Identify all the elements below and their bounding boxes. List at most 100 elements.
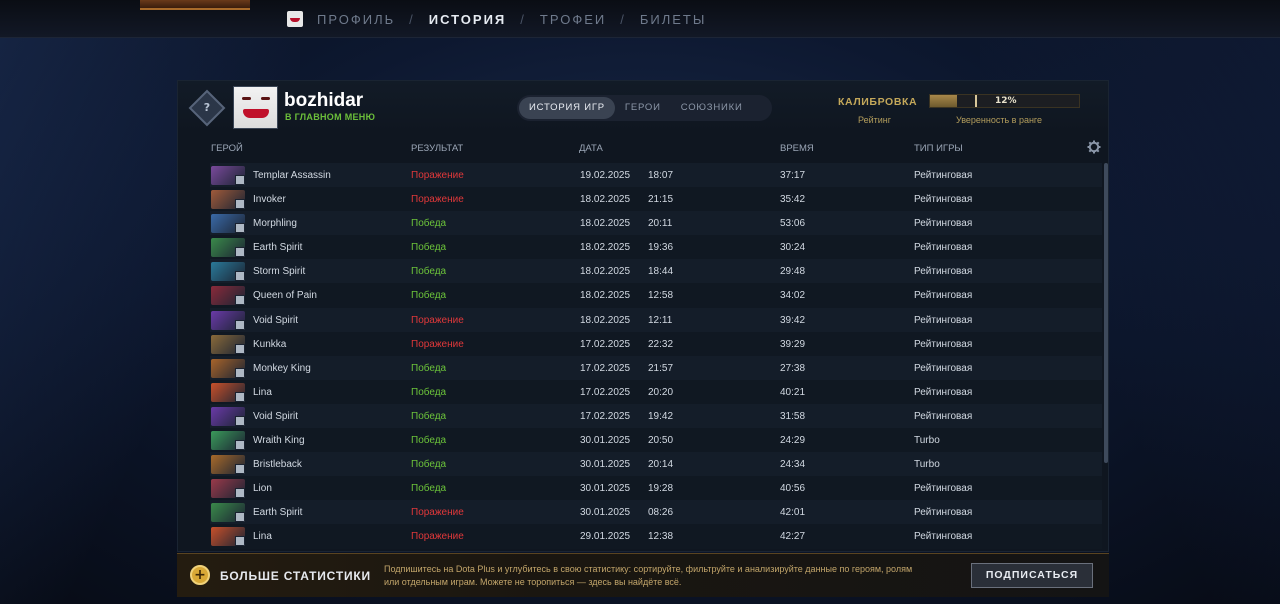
match-clock: 12:58 (648, 290, 674, 302)
settings-gear-icon[interactable] (1087, 140, 1101, 154)
match-date: 18.02.2025 (580, 314, 631, 326)
col-date[interactable]: ДАТА (579, 143, 603, 154)
hero-portrait-icon (211, 334, 245, 354)
match-row[interactable]: Storm Spirit Победа 18.02.2025 18:44 29:48 Ре… (210, 259, 1102, 284)
match-clock: 20:14 (648, 459, 674, 471)
match-row[interactable]: Void Spirit Победа 17.02.2025 19:42 31:58 Рей… (210, 403, 1102, 429)
table-header: ГЕРОЙ РЕЗУЛЬТАТ ДАТА ВРЕМЯ ТИП ИГРЫ (178, 141, 1108, 159)
role-badge-icon (235, 223, 245, 234)
hero-name: Monkey King (253, 362, 311, 374)
match-row[interactable]: Queen of Pain Победа 18.02.2025 12:58 34:02 Р… (210, 283, 1102, 308)
match-duration: 40:56 (780, 483, 806, 495)
subscribe-button[interactable]: ПОДПИСАТЬСЯ (971, 563, 1093, 588)
username: bozhidar (284, 90, 364, 111)
hero-portrait-icon (211, 431, 245, 451)
nav-tickets[interactable]: БИЛЕТЫ (640, 12, 707, 27)
role-badge-icon (235, 464, 245, 475)
match-date: 18.02.2025 (580, 194, 631, 206)
match-row[interactable]: Templar Assassin Поражение 19.02.2025 18:07… (210, 163, 1102, 188)
hero-portrait-icon (211, 214, 245, 234)
nav-profile[interactable]: ПРОФИЛЬ (317, 12, 395, 27)
col-hero[interactable]: ГЕРОЙ (211, 143, 243, 154)
match-history-panel: ? bozhidar В ГЛАВНОМ МЕНЮ ИСТОРИЯ ИГР ГЕ… (177, 80, 1109, 552)
role-badge-icon (235, 536, 245, 547)
hero-name: Storm Spirit (253, 266, 306, 278)
hero-name: Wraith King (253, 435, 305, 447)
calibration-progress-fill (930, 95, 957, 107)
game-type: Рейтинговая (914, 170, 973, 181)
user-status: В ГЛАВНОМ МЕНЮ (285, 112, 376, 122)
match-row[interactable]: Lina Поражение 29.01.2025 12:38 42:27 Рейтинг… (210, 524, 1102, 549)
avatar-lips (243, 109, 269, 118)
avatar-eye (261, 97, 270, 100)
game-type: Рейтинговая (914, 362, 973, 374)
match-row[interactable]: Void Spirit Поражение 18.02.2025 12:11 39:42… (210, 307, 1102, 332)
match-date: 17.02.2025 (580, 386, 631, 398)
role-badge-icon (235, 247, 245, 258)
calibration-marker (975, 95, 977, 107)
col-result[interactable]: РЕЗУЛЬТАТ (411, 143, 463, 154)
match-row[interactable]: Morphling Победа 18.02.2025 20:11 53:06 Рейти… (210, 211, 1102, 236)
hero-portrait-icon (211, 262, 245, 282)
hero-portrait-icon (211, 190, 245, 210)
match-result: Победа (411, 483, 447, 495)
match-duration: 39:42 (780, 314, 806, 326)
profile-nav: ПРОФИЛЬ / ИСТОРИЯ / ТРОФЕИ / БИЛЕТЫ (287, 8, 706, 30)
match-row[interactable]: Bristleback Победа 30.01.2025 20:14 24:34 Tur… (210, 452, 1102, 477)
match-row[interactable]: Earth Spirit Победа 18.02.2025 19:36 30:24 Ре… (210, 235, 1102, 260)
role-badge-icon (235, 175, 245, 185)
calibration-progress-bar: 12% (929, 94, 1080, 108)
match-row[interactable]: Wraith King Победа 30.01.2025 20:50 24:29 Tur… (210, 428, 1102, 453)
match-row[interactable]: Earth Spirit Поражение 30.01.2025 08:26 42:0… (210, 500, 1102, 525)
hero-portrait-icon (211, 479, 245, 499)
tab-heroes[interactable]: ГЕРОИ (615, 97, 671, 119)
hero-name: Templar Assassin (253, 170, 331, 181)
match-duration: 37:17 (780, 170, 806, 181)
hero-portrait-icon (211, 527, 245, 547)
nav-history[interactable]: ИСТОРИЯ (429, 12, 507, 27)
match-date: 19.02.2025 (580, 170, 631, 181)
calibration-percent: 12% (995, 96, 1017, 106)
game-type: Рейтинговая (914, 314, 973, 326)
hero-name: Morphling (253, 218, 297, 230)
rating-label: Рейтинг (858, 115, 892, 125)
match-duration: 42:27 (780, 531, 806, 543)
role-badge-icon (235, 343, 245, 354)
nav-avatar-icon[interactable] (287, 11, 303, 27)
nav-trophies[interactable]: ТРОФЕИ (540, 12, 606, 27)
dota-plus-promo: + БОЛЬШЕ СТАТИСТИКИ Подпишитесь на Dota … (177, 553, 1109, 597)
dota-plus-icon: + (190, 565, 210, 585)
match-row[interactable]: Lion Победа 30.01.2025 19:28 40:56 Рейтингова… (210, 476, 1102, 501)
match-duration: 42:01 (780, 507, 806, 519)
match-result: Победа (411, 266, 447, 278)
match-date: 17.02.2025 (580, 338, 631, 350)
role-badge-icon (235, 271, 245, 282)
tab-match-history[interactable]: ИСТОРИЯ ИГР (519, 97, 615, 119)
avatar[interactable] (233, 86, 278, 129)
tab-allies[interactable]: СОЮЗНИКИ (671, 97, 753, 119)
hero-name: Void Spirit (253, 410, 299, 422)
match-clock: 20:50 (648, 435, 674, 447)
rank-badge-icon[interactable]: ? (188, 89, 226, 127)
match-row[interactable]: Invoker Поражение 18.02.2025 21:15 35:42 Рейт… (210, 187, 1102, 212)
match-result: Победа (411, 242, 447, 254)
match-duration: 40:21 (780, 386, 806, 398)
match-date: 30.01.2025 (580, 483, 631, 495)
match-date: 30.01.2025 (580, 435, 631, 447)
match-duration: 24:29 (780, 435, 806, 447)
game-type: Рейтинговая (914, 386, 973, 398)
col-game-type[interactable]: ТИП ИГРЫ (914, 143, 963, 154)
role-badge-icon (235, 367, 245, 378)
match-date: 29.01.2025 (580, 531, 631, 543)
match-row[interactable]: Monkey King Победа 17.02.2025 21:57 27:38 Рей… (210, 355, 1102, 380)
match-clock: 21:15 (648, 194, 674, 206)
scrollbar[interactable] (1104, 163, 1108, 463)
dashboard-logo (140, 0, 250, 10)
match-date: 18.02.2025 (580, 242, 631, 254)
col-time[interactable]: ВРЕМЯ (780, 143, 814, 154)
calibration-label: КАЛИБРОВКА (838, 96, 918, 108)
match-duration: 35:42 (780, 194, 806, 206)
role-badge-icon (235, 488, 245, 499)
match-row[interactable]: Lina Победа 17.02.2025 20:20 40:21 Рейтингова… (210, 379, 1102, 404)
match-row[interactable]: Kunkka Поражение 17.02.2025 22:32 39:29 Рейти… (210, 331, 1102, 356)
